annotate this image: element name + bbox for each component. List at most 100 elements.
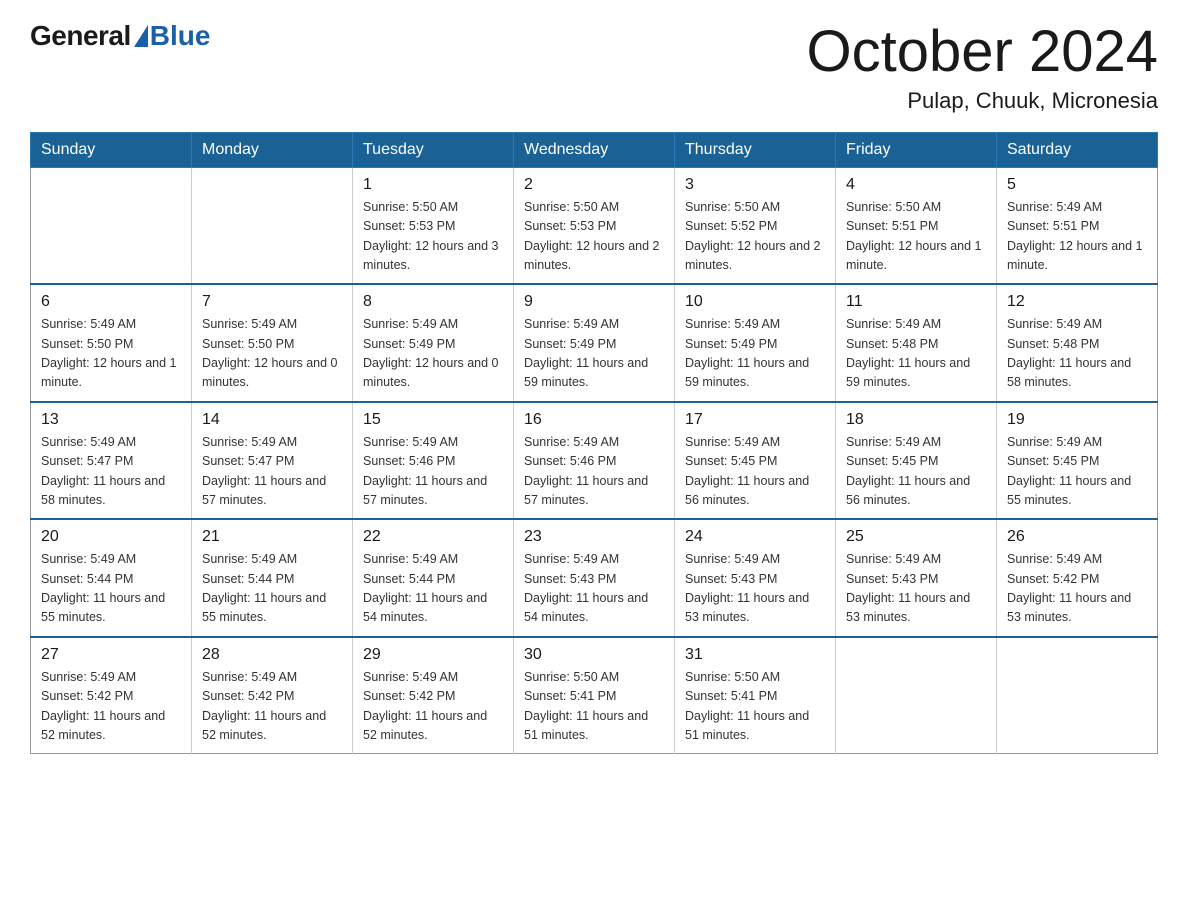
logo-blue-text: Blue bbox=[150, 20, 211, 52]
header-tuesday: Tuesday bbox=[353, 132, 514, 167]
day-number: 19 bbox=[1007, 411, 1147, 429]
calendar-cell: 23 Sunrise: 5:49 AM Sunset: 5:43 PM Dayli… bbox=[514, 519, 675, 637]
day-info: Sunrise: 5:50 AM Sunset: 5:53 PM Dayligh… bbox=[363, 198, 503, 276]
day-info: Sunrise: 5:50 AM Sunset: 5:51 PM Dayligh… bbox=[846, 198, 986, 276]
calendar-cell: 3 Sunrise: 5:50 AM Sunset: 5:52 PM Daylig… bbox=[675, 167, 836, 284]
day-number: 6 bbox=[41, 293, 181, 311]
calendar-cell: 28 Sunrise: 5:49 AM Sunset: 5:42 PM Dayli… bbox=[192, 637, 353, 754]
day-info: Sunrise: 5:49 AM Sunset: 5:47 PM Dayligh… bbox=[41, 433, 181, 511]
day-info: Sunrise: 5:49 AM Sunset: 5:46 PM Dayligh… bbox=[363, 433, 503, 511]
day-number: 31 bbox=[685, 646, 825, 664]
calendar-cell: 11 Sunrise: 5:49 AM Sunset: 5:48 PM Dayli… bbox=[836, 284, 997, 402]
header: General Blue October 2024 Pulap, Chuuk, … bbox=[30, 20, 1158, 114]
calendar-cell: 10 Sunrise: 5:49 AM Sunset: 5:49 PM Dayli… bbox=[675, 284, 836, 402]
day-number: 29 bbox=[363, 646, 503, 664]
calendar-cell: 30Sunrise: 5:50 AM Sunset: 5:41 PM Dayli… bbox=[514, 637, 675, 754]
day-info: Sunrise: 5:49 AM Sunset: 5:43 PM Dayligh… bbox=[685, 550, 825, 628]
calendar-cell: 16 Sunrise: 5:49 AM Sunset: 5:46 PM Dayli… bbox=[514, 402, 675, 520]
day-info: Sunrise: 5:49 AM Sunset: 5:49 PM Dayligh… bbox=[685, 315, 825, 393]
day-number: 10 bbox=[685, 293, 825, 311]
day-info: Sunrise: 5:49 AM Sunset: 5:50 PM Dayligh… bbox=[41, 315, 181, 393]
day-number: 4 bbox=[846, 176, 986, 194]
day-number: 28 bbox=[202, 646, 342, 664]
day-info: Sunrise: 5:49 AM Sunset: 5:48 PM Dayligh… bbox=[1007, 315, 1147, 393]
logo-triangle-icon bbox=[134, 25, 148, 47]
header-saturday: Saturday bbox=[997, 132, 1158, 167]
day-number: 3 bbox=[685, 176, 825, 194]
calendar-cell: 6 Sunrise: 5:49 AM Sunset: 5:50 PM Daylig… bbox=[31, 284, 192, 402]
day-number: 9 bbox=[524, 293, 664, 311]
day-info: Sunrise: 5:50 AM Sunset: 5:41 PM Dayligh… bbox=[685, 668, 825, 746]
calendar-cell: 24 Sunrise: 5:49 AM Sunset: 5:43 PM Dayli… bbox=[675, 519, 836, 637]
day-info: Sunrise: 5:49 AM Sunset: 5:45 PM Dayligh… bbox=[846, 433, 986, 511]
calendar-cell: 9Sunrise: 5:49 AM Sunset: 5:49 PM Daylig… bbox=[514, 284, 675, 402]
calendar-cell bbox=[192, 167, 353, 284]
header-monday: Monday bbox=[192, 132, 353, 167]
day-number: 16 bbox=[524, 411, 664, 429]
logo: General Blue bbox=[30, 20, 210, 52]
day-number: 5 bbox=[1007, 176, 1147, 194]
day-info: Sunrise: 5:49 AM Sunset: 5:49 PM Dayligh… bbox=[363, 315, 503, 393]
day-number: 8 bbox=[363, 293, 503, 311]
header-wednesday: Wednesday bbox=[514, 132, 675, 167]
day-info: Sunrise: 5:49 AM Sunset: 5:44 PM Dayligh… bbox=[363, 550, 503, 628]
day-number: 17 bbox=[685, 411, 825, 429]
calendar-table: Sunday Monday Tuesday Wednesday Thursday… bbox=[30, 132, 1158, 755]
day-number: 7 bbox=[202, 293, 342, 311]
day-number: 12 bbox=[1007, 293, 1147, 311]
calendar-cell: 8 Sunrise: 5:49 AM Sunset: 5:49 PM Daylig… bbox=[353, 284, 514, 402]
header-sunday: Sunday bbox=[31, 132, 192, 167]
day-info: Sunrise: 5:49 AM Sunset: 5:46 PM Dayligh… bbox=[524, 433, 664, 511]
day-number: 20 bbox=[41, 528, 181, 546]
logo-general-text: General bbox=[30, 20, 131, 52]
day-number: 26 bbox=[1007, 528, 1147, 546]
calendar-cell bbox=[997, 637, 1158, 754]
day-info: Sunrise: 5:50 AM Sunset: 5:52 PM Dayligh… bbox=[685, 198, 825, 276]
day-number: 24 bbox=[685, 528, 825, 546]
calendar-cell: 25 Sunrise: 5:49 AM Sunset: 5:43 PM Dayli… bbox=[836, 519, 997, 637]
day-number: 27 bbox=[41, 646, 181, 664]
calendar-cell: 2Sunrise: 5:50 AM Sunset: 5:53 PM Daylig… bbox=[514, 167, 675, 284]
calendar-cell: 13 Sunrise: 5:49 AM Sunset: 5:47 PM Dayli… bbox=[31, 402, 192, 520]
day-number: 25 bbox=[846, 528, 986, 546]
calendar-cell: 27 Sunrise: 5:49 AM Sunset: 5:42 PM Dayli… bbox=[31, 637, 192, 754]
day-number: 13 bbox=[41, 411, 181, 429]
calendar-week-row: 1 Sunrise: 5:50 AM Sunset: 5:53 PM Daylig… bbox=[31, 167, 1158, 284]
day-number: 21 bbox=[202, 528, 342, 546]
day-info: Sunrise: 5:49 AM Sunset: 5:47 PM Dayligh… bbox=[202, 433, 342, 511]
day-number: 11 bbox=[846, 293, 986, 311]
day-info: Sunrise: 5:49 AM Sunset: 5:42 PM Dayligh… bbox=[1007, 550, 1147, 628]
day-info: Sunrise: 5:49 AM Sunset: 5:51 PM Dayligh… bbox=[1007, 198, 1147, 276]
calendar-header-row: Sunday Monday Tuesday Wednesday Thursday… bbox=[31, 132, 1158, 167]
calendar-week-row: 6 Sunrise: 5:49 AM Sunset: 5:50 PM Daylig… bbox=[31, 284, 1158, 402]
day-number: 30 bbox=[524, 646, 664, 664]
calendar-week-row: 20 Sunrise: 5:49 AM Sunset: 5:44 PM Dayli… bbox=[31, 519, 1158, 637]
calendar-cell bbox=[836, 637, 997, 754]
day-info: Sunrise: 5:49 AM Sunset: 5:42 PM Dayligh… bbox=[363, 668, 503, 746]
day-info: Sunrise: 5:49 AM Sunset: 5:43 PM Dayligh… bbox=[846, 550, 986, 628]
day-info: Sunrise: 5:49 AM Sunset: 5:44 PM Dayligh… bbox=[202, 550, 342, 628]
header-friday: Friday bbox=[836, 132, 997, 167]
calendar-cell: 19Sunrise: 5:49 AM Sunset: 5:45 PM Dayli… bbox=[997, 402, 1158, 520]
day-number: 23 bbox=[524, 528, 664, 546]
calendar-location: Pulap, Chuuk, Micronesia bbox=[807, 88, 1158, 114]
day-info: Sunrise: 5:49 AM Sunset: 5:44 PM Dayligh… bbox=[41, 550, 181, 628]
day-info: Sunrise: 5:49 AM Sunset: 5:42 PM Dayligh… bbox=[202, 668, 342, 746]
day-info: Sunrise: 5:49 AM Sunset: 5:50 PM Dayligh… bbox=[202, 315, 342, 393]
calendar-cell: 31 Sunrise: 5:50 AM Sunset: 5:41 PM Dayli… bbox=[675, 637, 836, 754]
title-block: October 2024 Pulap, Chuuk, Micronesia bbox=[807, 20, 1158, 114]
day-info: Sunrise: 5:49 AM Sunset: 5:43 PM Dayligh… bbox=[524, 550, 664, 628]
calendar-title: October 2024 bbox=[807, 20, 1158, 84]
calendar-cell: 20 Sunrise: 5:49 AM Sunset: 5:44 PM Dayli… bbox=[31, 519, 192, 637]
calendar-week-row: 27 Sunrise: 5:49 AM Sunset: 5:42 PM Dayli… bbox=[31, 637, 1158, 754]
day-info: Sunrise: 5:49 AM Sunset: 5:48 PM Dayligh… bbox=[846, 315, 986, 393]
calendar-cell: 26 Sunrise: 5:49 AM Sunset: 5:42 PM Dayli… bbox=[997, 519, 1158, 637]
calendar-cell: 1 Sunrise: 5:50 AM Sunset: 5:53 PM Daylig… bbox=[353, 167, 514, 284]
calendar-cell bbox=[31, 167, 192, 284]
calendar-cell: 7 Sunrise: 5:49 AM Sunset: 5:50 PM Daylig… bbox=[192, 284, 353, 402]
calendar-cell: 18Sunrise: 5:49 AM Sunset: 5:45 PM Dayli… bbox=[836, 402, 997, 520]
day-info: Sunrise: 5:49 AM Sunset: 5:42 PM Dayligh… bbox=[41, 668, 181, 746]
day-number: 1 bbox=[363, 176, 503, 194]
calendar-cell: 15Sunrise: 5:49 AM Sunset: 5:46 PM Dayli… bbox=[353, 402, 514, 520]
day-number: 14 bbox=[202, 411, 342, 429]
